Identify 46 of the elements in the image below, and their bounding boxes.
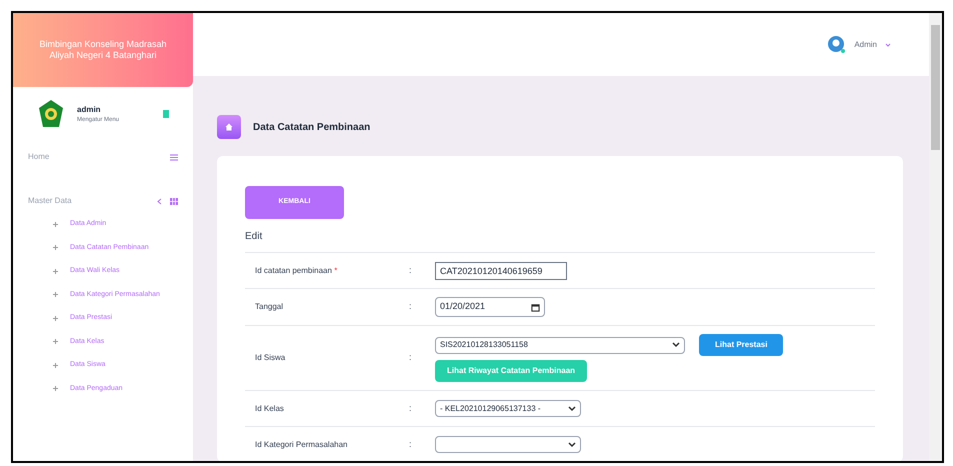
home-menu-item[interactable]: Home bbox=[28, 151, 50, 163]
field-label: Tanggal bbox=[254, 301, 284, 313]
page-title: Data Catatan Pembinaan bbox=[253, 120, 370, 134]
chevron-down-icon bbox=[568, 406, 576, 412]
plus-icon bbox=[53, 222, 58, 227]
colon-separator: : bbox=[409, 300, 413, 314]
colon-separator: : bbox=[409, 351, 413, 364]
plus-icon bbox=[53, 268, 58, 274]
select-value: - KEL20210129065137133 - bbox=[440, 402, 541, 414]
chevron-down-icon bbox=[672, 342, 680, 348]
field-label: Id catatan pembinaan * bbox=[254, 264, 338, 276]
view-achievement-button[interactable]: Lihat Prestasi bbox=[699, 334, 784, 356]
menu-icon bbox=[170, 154, 178, 160]
chevron-down-icon bbox=[885, 42, 891, 46]
home-icon bbox=[225, 123, 233, 131]
user-menu[interactable]: Admin bbox=[854, 38, 877, 50]
plus-icon bbox=[53, 292, 58, 298]
date-value: 01/20/2021 bbox=[440, 300, 486, 314]
logo-icon bbox=[37, 99, 65, 129]
colon-separator: : bbox=[409, 264, 413, 277]
status-icon bbox=[163, 110, 169, 118]
view-history-button[interactable]: Lihat Riwayat Catatan Pembinaan bbox=[435, 360, 588, 382]
plus-icon bbox=[53, 339, 58, 344]
colon-separator: : bbox=[409, 402, 413, 415]
colon-separator: : bbox=[409, 438, 413, 451]
plus-icon bbox=[53, 245, 58, 250]
master-data-menu-item[interactable]: Master Data bbox=[28, 195, 72, 207]
brand-title: Bimbingan Konseling Madrasah Aliyah Negeri 4 Batanghari bbox=[38, 39, 168, 61]
plus-icon bbox=[53, 316, 58, 321]
field-label: Id Kelas bbox=[254, 402, 285, 414]
select-field[interactable] bbox=[435, 436, 581, 453]
avatar-icon bbox=[828, 36, 846, 54]
select-value: SIS20210128133051158 bbox=[440, 339, 528, 351]
select-field[interactable]: SIS20210128133051158 bbox=[435, 336, 685, 354]
chevron-down-icon bbox=[568, 442, 576, 448]
plus-icon bbox=[53, 386, 58, 392]
select-field[interactable]: - KEL20210129065137133 - bbox=[435, 400, 581, 417]
date-field[interactable]: 01/20/2021 bbox=[435, 297, 545, 317]
field-label: Id Siswa bbox=[254, 352, 286, 364]
section-title: Edit bbox=[245, 230, 264, 244]
field-label: Id Kategori Permasalahan bbox=[254, 438, 348, 450]
text-field[interactable]: CAT20210120140619659 bbox=[435, 262, 567, 280]
user-name: admin bbox=[77, 104, 102, 116]
calendar-icon bbox=[531, 302, 540, 312]
plus-icon bbox=[53, 362, 58, 368]
grid-icon bbox=[170, 198, 178, 204]
